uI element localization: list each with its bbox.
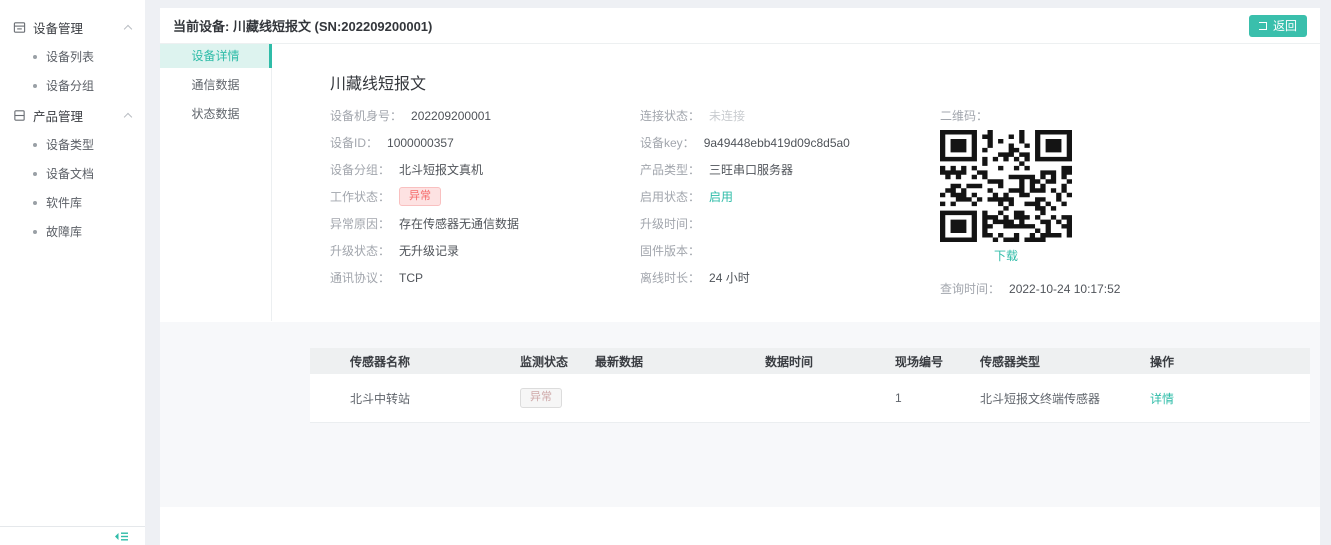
sidebar-item-fault-library[interactable]: 故障库 xyxy=(0,217,145,246)
sensor-section: 传感器名称 监测状态 最新数据 数据时间 现场编号 传感器类型 操作 北斗中转站… xyxy=(160,322,1320,507)
field-label: 设备key： xyxy=(640,136,695,150)
field-label: 启用状态： xyxy=(640,190,701,204)
detail-tabs: 设备详情 通信数据 状态数据 xyxy=(160,44,272,321)
field-label: 升级时间： xyxy=(640,217,701,231)
field-label: 设备机身号： xyxy=(330,109,403,123)
col-latest-data: 最新数据 xyxy=(595,354,644,369)
sensor-type-cell: 北斗短报文终端传感器 xyxy=(980,391,1101,406)
field-label: 固件版本： xyxy=(640,244,701,258)
table-row: 北斗中转站 异常 1 北斗短报文终端传感器 详情 xyxy=(310,374,1310,423)
main-panel: 当前设备: 川藏线短报文 (SN:202209200001) 返回 设备详情 通… xyxy=(160,8,1320,545)
device-group-value: 北斗短报文真机 xyxy=(399,163,484,177)
sidebar-item-device-list[interactable]: 设备列表 xyxy=(0,42,145,71)
field-label: 工作状态： xyxy=(330,190,391,204)
enable-status-link[interactable]: 启用 xyxy=(709,188,733,205)
bullet-icon xyxy=(33,54,37,59)
sensor-table: 传感器名称 监测状态 最新数据 数据时间 现场编号 传感器类型 操作 北斗中转站… xyxy=(310,348,1310,423)
sidebar-item-label: 故障库 xyxy=(46,225,83,239)
sidebar-group-product-management[interactable]: 产品管理 xyxy=(0,100,145,130)
query-time-label: 查询时间： xyxy=(940,282,1001,296)
col-data-time: 数据时间 xyxy=(765,354,814,369)
sidebar-footer xyxy=(0,526,145,545)
sensor-name-cell: 北斗中转站 xyxy=(350,391,411,406)
qr-code-image xyxy=(940,130,1072,242)
field-label: 通讯协议： xyxy=(330,271,391,285)
bullet-icon xyxy=(33,83,37,88)
field-label: 升级状态： xyxy=(330,244,391,258)
detail-column-1: 设备机身号： 202209200001 设备ID： 1000000357 设备分组：… xyxy=(330,102,630,291)
tab-status-data[interactable]: 状态数据 xyxy=(160,102,271,126)
device-header-bar: 当前设备: 川藏线短报文 (SN:202209200001) 返回 xyxy=(160,8,1320,44)
upgrade-status-value: 无升级记录 xyxy=(399,244,460,258)
sidebar-item-label: 软件库 xyxy=(46,196,83,210)
sidebar-item-device-group[interactable]: 设备分组 xyxy=(0,71,145,100)
site-number-cell: 1 xyxy=(895,391,902,405)
col-monitor-status: 监测状态 xyxy=(520,354,569,369)
chevron-up-icon xyxy=(123,112,133,122)
connection-status-value: 未连接 xyxy=(709,109,746,123)
device-serial-value: 202209200001 xyxy=(411,108,492,123)
qr-download-link[interactable]: 下载 xyxy=(940,247,1072,264)
sidebar-item-label: 设备分组 xyxy=(46,79,95,93)
sidebar-item-device-type[interactable]: 设备类型 xyxy=(0,130,145,159)
chevron-up-icon xyxy=(123,24,133,34)
current-device-title: 当前设备: 川藏线短报文 (SN:202209200001) xyxy=(173,19,433,34)
device-name-title: 川藏线短报文 xyxy=(330,76,427,93)
col-site-number: 现场编号 xyxy=(895,354,944,369)
bullet-icon xyxy=(33,229,37,234)
product-type-value: 三旺串口服务器 xyxy=(709,163,794,177)
field-label: 设备分组： xyxy=(330,163,391,177)
sidebar-item-label: 设备文档 xyxy=(46,167,95,181)
col-actions: 操作 xyxy=(1150,354,1175,369)
bullet-icon xyxy=(33,200,37,205)
work-status-badge: 异常 xyxy=(399,186,442,207)
col-sensor-name: 传感器名称 xyxy=(350,354,411,369)
query-time-value: 2022-10-24 10:17:52 xyxy=(1009,281,1121,296)
col-sensor-type: 传感器类型 xyxy=(980,354,1041,369)
sidebar-group-label: 产品管理 xyxy=(33,109,84,124)
qr-label: 二维码： xyxy=(940,109,989,123)
sidebar-item-label: 设备类型 xyxy=(46,138,95,152)
detail-column-3: 二维码： 下载 查询时间： 2022-10-24 10:17:52 xyxy=(940,102,1260,302)
field-label: 异常原因： xyxy=(330,217,391,231)
sidebar-item-label: 设备列表 xyxy=(46,50,95,64)
sensor-table-header: 传感器名称 监测状态 最新数据 数据时间 现场编号 传感器类型 操作 xyxy=(310,348,1310,374)
sidebar: 设备管理 设备列表 设备分组 产品管理 设备类型 设备文档 软件库 故障库 xyxy=(0,0,145,545)
bullet-icon xyxy=(33,171,37,176)
field-label: 产品类型： xyxy=(640,163,701,177)
tab-communication-data[interactable]: 通信数据 xyxy=(160,73,271,97)
abnormal-reason-value: 存在传感器无通信数据 xyxy=(399,217,520,231)
detail-column-2: 连接状态： 未连接 设备key： 9a49448ebb419d09c8d5a0 产品… xyxy=(640,102,930,291)
qr-code: 下载 xyxy=(940,130,1072,264)
offline-duration-value: 24 小时 xyxy=(709,271,750,285)
sidebar-group-label: 设备管理 xyxy=(33,21,84,36)
sidebar-item-software-library[interactable]: 软件库 xyxy=(0,188,145,217)
sidebar-group-device-management[interactable]: 设备管理 xyxy=(0,12,145,42)
field-label: 设备ID： xyxy=(330,136,379,150)
row-detail-link[interactable]: 详情 xyxy=(1150,390,1310,407)
product-management-icon xyxy=(14,109,25,121)
return-button[interactable]: 返回 xyxy=(1248,14,1307,37)
collapse-sidebar-icon[interactable] xyxy=(114,531,129,542)
field-label: 离线时长： xyxy=(640,271,701,285)
return-icon xyxy=(1258,21,1267,30)
device-key-value: 9a49448ebb419d09c8d5a0 xyxy=(703,135,850,150)
device-detail-panel: 川藏线短报文 设备机身号： 202209200001 设备ID： 100000035… xyxy=(272,44,1320,321)
device-id-value: 1000000357 xyxy=(387,135,454,150)
field-label: 连接状态： xyxy=(640,109,701,123)
monitor-status-badge: 异常 xyxy=(520,388,562,408)
tab-device-detail[interactable]: 设备详情 xyxy=(160,44,272,68)
bullet-icon xyxy=(33,142,37,147)
protocol-value: TCP xyxy=(399,270,424,285)
sidebar-item-device-docs[interactable]: 设备文档 xyxy=(0,159,145,188)
return-button-label: 返回 xyxy=(1272,19,1297,33)
device-management-icon xyxy=(13,21,26,33)
